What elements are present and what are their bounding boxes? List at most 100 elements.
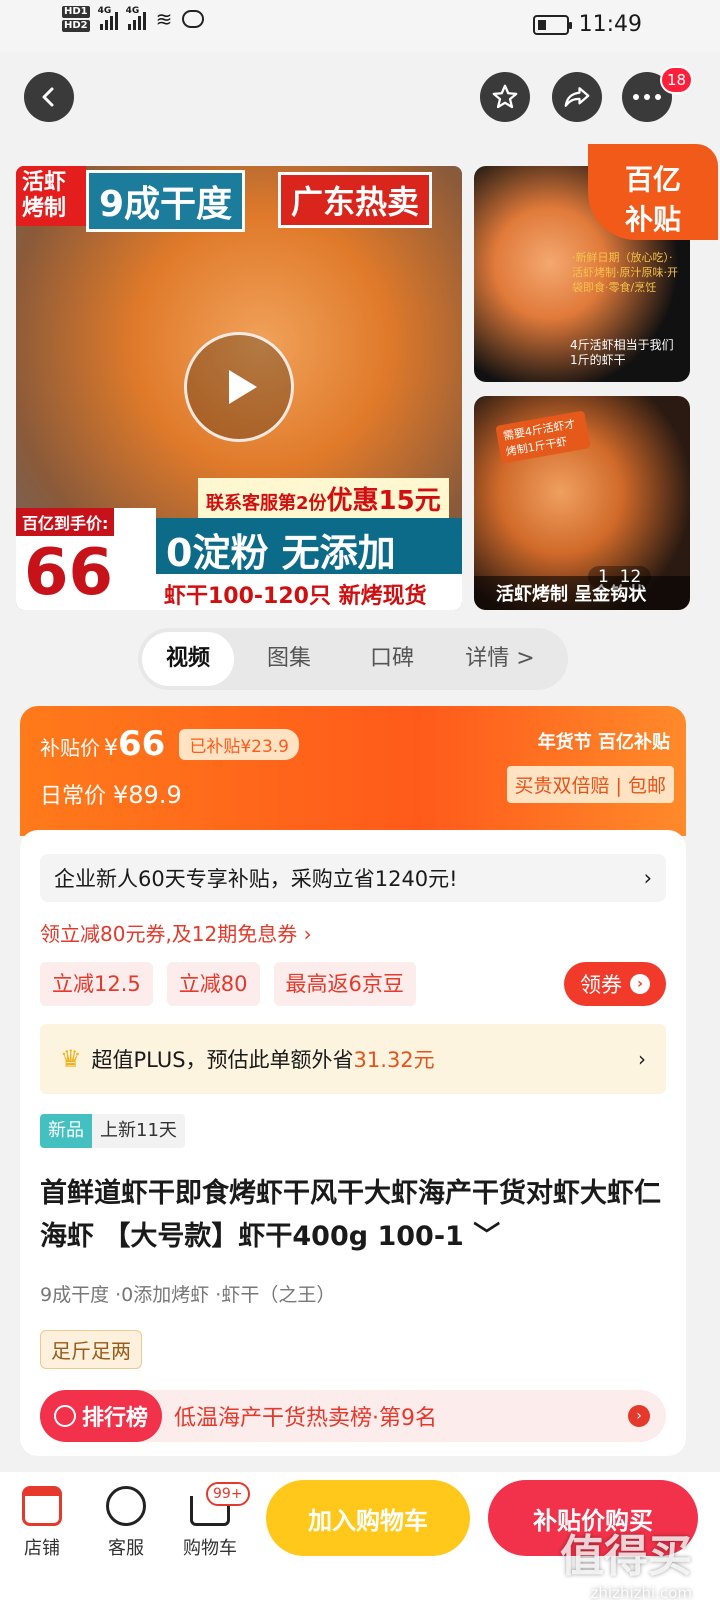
daily-price-row: 日常价 ¥89.9 <box>40 778 182 810</box>
status-bar: HD1 HD2 4G 4G ≋ 11:49 <box>0 0 720 52</box>
promo-main: 优惠15元 <box>326 486 441 516</box>
star-icon <box>492 84 518 109</box>
saved-amount-badge: 已补贴¥23.9 <box>179 728 299 760</box>
video-price-box: 百亿到手价: 66 <box>16 508 156 610</box>
status-right: 11:49 <box>532 12 642 37</box>
promo-pre: 联系客服第2份 <box>206 493 327 514</box>
signal-icon-2: 4G <box>125 6 146 30</box>
subsidy-price-value: 66 <box>118 724 166 764</box>
video-bottom-line: 虾干100-120只 新烤现货 <box>156 574 462 610</box>
watermark-site: zhizhizhi.com <box>590 1584 692 1600</box>
tag-dryness: 9成干度 <box>86 170 246 232</box>
hd2-label: HD2 <box>62 20 90 32</box>
daily-price-label: 日常价 <box>40 784 107 809</box>
ranking-banner[interactable]: 排行榜 低温海产干货热卖榜·第9名 › <box>40 1390 666 1442</box>
counter-total: 12 <box>619 567 642 587</box>
customer-service-button[interactable]: 客服 <box>86 1486 166 1560</box>
video-price-value: 66 <box>24 536 114 610</box>
get-coupon-button[interactable]: 领券 › <box>564 962 666 1006</box>
currency-symbol: ¥ <box>104 736 118 761</box>
coupon-link[interactable]: 领立减80元券,及12期免息券 › <box>40 918 312 947</box>
tab-gallery[interactable]: 图集 <box>234 632 344 686</box>
new-label: 新品 <box>40 1114 92 1148</box>
new-product-tag: 新品 上新11天 <box>40 1114 185 1148</box>
product-title[interactable]: 首鲜道虾干即食烤虾干风干大虾海产干货对虾大虾仁海虾 【大号款】虾干400g 10… <box>40 1172 670 1258</box>
signal-icon: 4G <box>97 6 118 30</box>
get-coupon-label: 领券 <box>580 973 622 997</box>
discount-chips: 立减12.5 立减80 最高返6京豆 <box>40 962 416 1006</box>
wifi-icon: ≋ <box>155 7 173 31</box>
subsidy-badge: 百亿 补贴 <box>588 144 718 240</box>
shop-label: 店铺 <box>24 1538 60 1559</box>
badge-line2: 补贴 <box>624 203 681 236</box>
hd-indicator: HD1 HD2 <box>62 6 90 32</box>
video-promo: 联系客服第2份优惠15元 <box>198 478 449 519</box>
counter-current: 1 <box>598 567 609 587</box>
plus-savings-banner[interactable]: ♛ 超值PLUS，预估此单额外省31.32元 › <box>40 1024 666 1094</box>
ranking-label: 排行榜 <box>40 1390 163 1442</box>
status-left: HD1 HD2 4G 4G ≋ <box>62 6 205 32</box>
product-info-card: 企业新人60天专享补贴，采购立省1240元! › 领立减80元券,及12期免息券… <box>20 830 686 1456</box>
product-specs: 9成干度 ·0添加烤虾 ·虾干（之王） <box>40 1284 336 1306</box>
shop-button[interactable]: 店铺 <box>2 1486 82 1560</box>
media-tabs: 视频 图集 口碑 详情 > <box>138 628 568 690</box>
back-button[interactable] <box>24 72 74 122</box>
enterprise-promo[interactable]: 企业新人60天专享补贴，采购立省1240元! › <box>40 854 666 902</box>
crown-icon: ♛ <box>60 1045 82 1073</box>
chevron-left-icon <box>42 87 54 107</box>
subsidy-price-row: 补贴价 ¥ 66 已补贴¥23.9 <box>40 724 299 764</box>
chevron-right-icon: › <box>643 866 652 890</box>
plus-prefix: 超值PLUS，预估此单额外省 <box>91 1048 354 1072</box>
network-label-2: 4G <box>125 6 140 16</box>
store-icon <box>22 1486 62 1526</box>
thumb1-text2: 4斤活虾相当于我们1斤的虾干 <box>570 338 674 367</box>
guarantee-badge[interactable]: 买贵双倍赔 | 包邮 <box>506 766 674 803</box>
add-to-cart-button[interactable]: 加入购物车 <box>266 1480 470 1556</box>
subsidy-brand-link[interactable]: 年货节 百亿补贴 <box>538 728 670 754</box>
gallery-thumb-2[interactable]: 需要4斤活虾才烤制1斤干虾 活虾烤制 呈金钩状 <box>474 396 690 610</box>
tab-reviews[interactable]: 口碑 <box>344 632 440 686</box>
plus-amount: 31.32元 <box>353 1048 435 1072</box>
tag-guangdong-hot: 广东热卖 <box>278 172 433 228</box>
tab-video[interactable]: 视频 <box>142 632 234 686</box>
thumb2-caption: 活虾烤制 呈金钩状 <box>474 576 690 610</box>
play-icon[interactable] <box>184 332 294 442</box>
daily-price-value: ¥89.9 <box>113 781 182 809</box>
watermark-main: 值得买 <box>560 1531 692 1582</box>
video-slogan: 0淀粉 无添加 <box>156 518 462 581</box>
network-label: 4G <box>97 6 112 16</box>
tag-live-roasted: 活虾烤制 <box>16 166 86 226</box>
smiley-icon <box>106 1486 146 1526</box>
thumb2-tag: 需要4斤活虾才烤制1斤干虾 <box>495 410 591 464</box>
share-icon <box>564 87 590 107</box>
price-card: 补贴价 ¥ 66 已补贴¥23.9 日常价 ¥89.9 年货节 百亿补贴 买贵双… <box>20 706 686 836</box>
enterprise-promo-text: 企业新人60天专享补贴，采购立省1240元! <box>54 867 458 891</box>
video-price-label: 百亿到手价: <box>16 508 115 536</box>
message-count-badge: 18 <box>660 66 694 94</box>
discount-chip[interactable]: 立减80 <box>166 962 260 1006</box>
new-days: 上新11天 <box>92 1114 185 1148</box>
badge-line1: 百亿 <box>624 163 681 196</box>
clock: 11:49 <box>578 12 642 37</box>
discount-chip[interactable]: 立减12.5 <box>40 962 153 1006</box>
ranking-label-text: 排行榜 <box>82 1406 149 1431</box>
arrow-right-icon: › <box>628 1405 650 1427</box>
ellipsis-icon <box>633 94 661 100</box>
discount-chip[interactable]: 最高返6京豆 <box>273 962 416 1006</box>
ranking-text: 低温海产干货热卖榜·第9名 <box>174 1406 438 1431</box>
main-video[interactable]: 活虾烤制 9成干度 广东热卖 联系客服第2份优惠15元 百亿到手价: 66 0淀… <box>16 166 462 610</box>
arrow-right-icon: › <box>630 974 650 994</box>
chevron-right-icon: › <box>638 1047 646 1071</box>
cart-count-badge: 99+ <box>206 1482 250 1506</box>
battery-icon <box>532 14 572 35</box>
favorite-button[interactable] <box>480 72 530 122</box>
gallery-counter: 1 12 <box>588 566 652 588</box>
tab-details[interactable]: 详情 > <box>440 632 560 686</box>
plus-savings-text: 超值PLUS，预估此单额外省31.32元 <box>92 1044 435 1074</box>
cart-label: 购物车 <box>183 1538 237 1559</box>
watermark: 值得买 zhizhizhi.com <box>560 1520 692 1600</box>
share-button[interactable] <box>552 72 602 122</box>
wechat-icon <box>182 10 205 28</box>
thumb1-text: ·新鲜日期（放心吃）·活虾烤制·原汁原味·开袋即食·零食/烹饪 <box>572 251 678 294</box>
hd1-label: HD1 <box>62 6 90 18</box>
